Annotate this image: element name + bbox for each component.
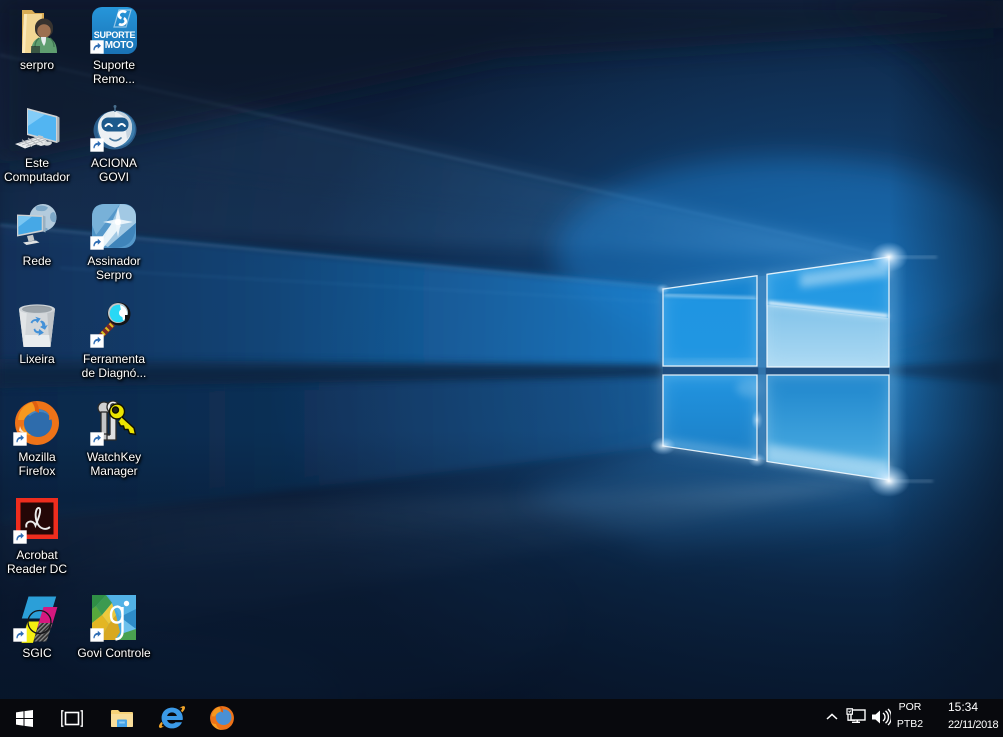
svg-text:SUPORTE: SUPORTE: [94, 30, 136, 40]
svg-text:MOTO: MOTO: [105, 40, 134, 51]
